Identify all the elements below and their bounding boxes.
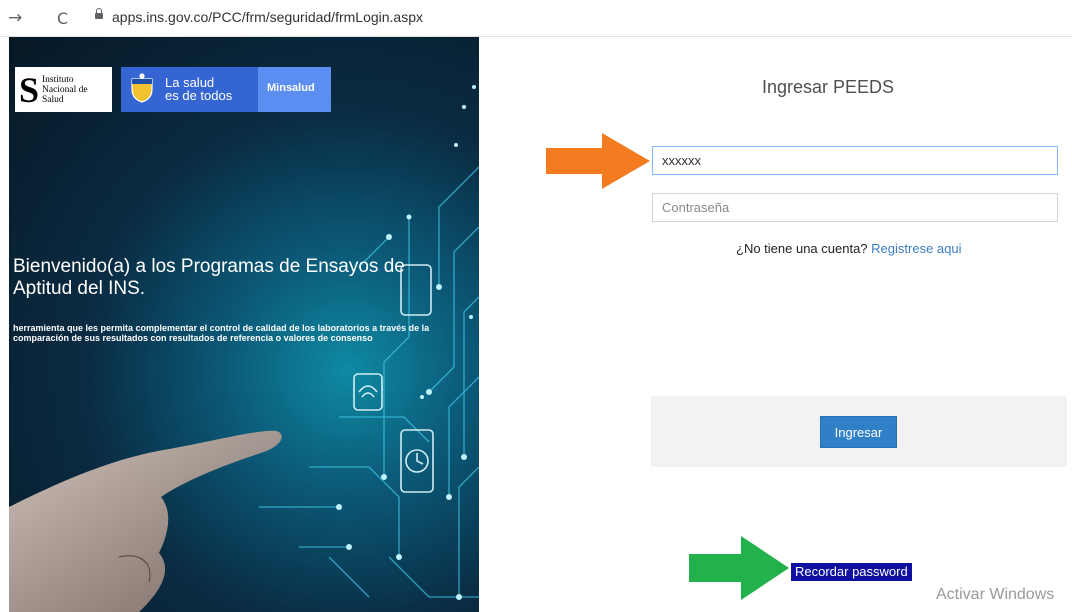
login-title: Ingresar PEEDS [762, 77, 895, 97]
recordar-password-link[interactable]: Recordar password [791, 563, 912, 581]
orange-arrow-icon [546, 133, 650, 189]
login-button[interactable]: Ingresar [820, 416, 897, 448]
no-account-row: ¿No tiene una cuenta? Registrese aqui [736, 241, 962, 256]
register-link[interactable]: Registrese aqui [871, 241, 961, 256]
green-arrow-icon [689, 536, 789, 600]
hand-image [9, 430, 282, 612]
lock-icon[interactable] [95, 8, 103, 19]
url-text[interactable]: apps.ins.gov.co/PCC/frm/seguridad/frmLog… [112, 9, 423, 25]
forward-icon[interactable]: → [8, 8, 22, 28]
password-input[interactable] [652, 193, 1058, 222]
reload-icon[interactable]: C [57, 9, 68, 28]
windows-activation-watermark: Activar Windows [936, 586, 1055, 603]
browser-address-bar: → C apps.ins.gov.co/PCC/frm/seguridad/fr… [0, 0, 1072, 37]
username-input[interactable] [652, 146, 1058, 175]
hero-panel: S Instituto Nacional de Salud La salud e… [9, 37, 479, 612]
no-account-text: ¿No tiene una cuenta? [736, 241, 868, 256]
